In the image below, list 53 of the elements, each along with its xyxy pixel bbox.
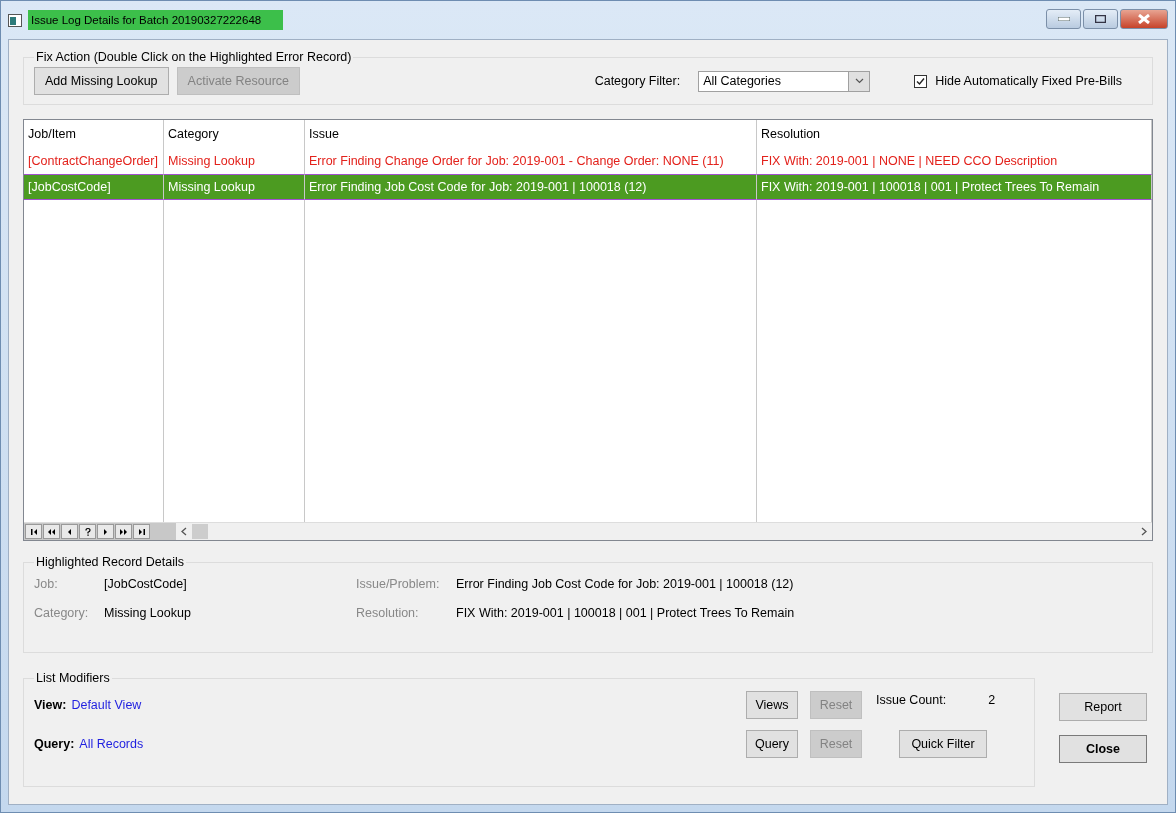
query-button[interactable]: Query [746, 730, 798, 758]
scrollbar-thumb[interactable] [192, 524, 208, 539]
help-button[interactable] [79, 524, 96, 539]
chevron-down-icon [854, 78, 864, 84]
scroll-left-icon[interactable] [181, 527, 187, 536]
field-value: Missing Lookup [104, 606, 192, 620]
next-record-button[interactable] [97, 524, 114, 539]
column-header[interactable]: Category [164, 120, 305, 148]
close-icon [1137, 14, 1151, 24]
checkbox[interactable] [914, 74, 928, 88]
group-title: Fix Action (Double Click on the Highlighted Error Record) [35, 50, 353, 64]
field-value: Error Finding Job Cost Code for Job: 2019-001 | 100018 (12) [456, 577, 795, 591]
previous-page-button[interactable] [43, 524, 60, 539]
close-button[interactable] [1120, 9, 1168, 29]
field-label: Job: [34, 577, 59, 591]
first-record-icon [28, 526, 39, 537]
field-label: Resolution: [356, 606, 420, 620]
minimize-icon [1057, 17, 1070, 21]
category-dropdown[interactable]: All Categories [698, 70, 871, 92]
app-icon [8, 13, 22, 27]
query-link[interactable]: All Records [79, 737, 144, 751]
maximize-button[interactable] [1083, 9, 1118, 29]
view-label: View: [34, 698, 67, 712]
field-label: Issue/Problem: [356, 577, 441, 591]
field-value: [JobCostCode] [104, 577, 188, 591]
query-label: Query: [34, 737, 75, 751]
next-page-icon [118, 526, 129, 537]
last-record-button[interactable] [133, 524, 150, 539]
dialog-button[interactable]: Close [1059, 735, 1147, 763]
column-header[interactable]: Job/Item [24, 120, 164, 148]
column-header[interactable]: Issue [305, 120, 757, 148]
field-value: FIX With: 2019-001 | 100018 | 001 | Protect Trees To Remain [456, 606, 796, 620]
help-icon [82, 526, 93, 537]
group-title: List Modifiers [35, 671, 111, 685]
dialog-button[interactable]: Report [1059, 693, 1147, 721]
views-button[interactable]: Views [746, 691, 798, 719]
action-button[interactable]: Add Missing Lookup [34, 67, 169, 95]
first-record-button[interactable] [25, 524, 42, 539]
next-page-button[interactable] [115, 524, 132, 539]
filter-label: Category Filter: [594, 74, 681, 88]
field-label: Category: [34, 606, 90, 620]
quick-filter-button[interactable]: Quick Filter [899, 730, 987, 758]
window-title: Issue Log Details for Batch 20190327222648 [28, 10, 284, 30]
previous-record-button[interactable] [61, 524, 78, 539]
count-value: 2 [988, 693, 996, 707]
count-label: Issue Count: [876, 693, 947, 707]
last-record-icon [136, 526, 147, 537]
scroll-right-icon[interactable] [1141, 527, 1147, 536]
maximize-icon [1095, 15, 1106, 23]
view-link[interactable]: Default View [71, 698, 142, 712]
column-header[interactable]: Resolution [757, 120, 1152, 148]
checkbox-label: Hide Automatically Fixed Pre-Bills [935, 74, 1122, 88]
group-title: Highlighted Record Details [35, 555, 185, 569]
